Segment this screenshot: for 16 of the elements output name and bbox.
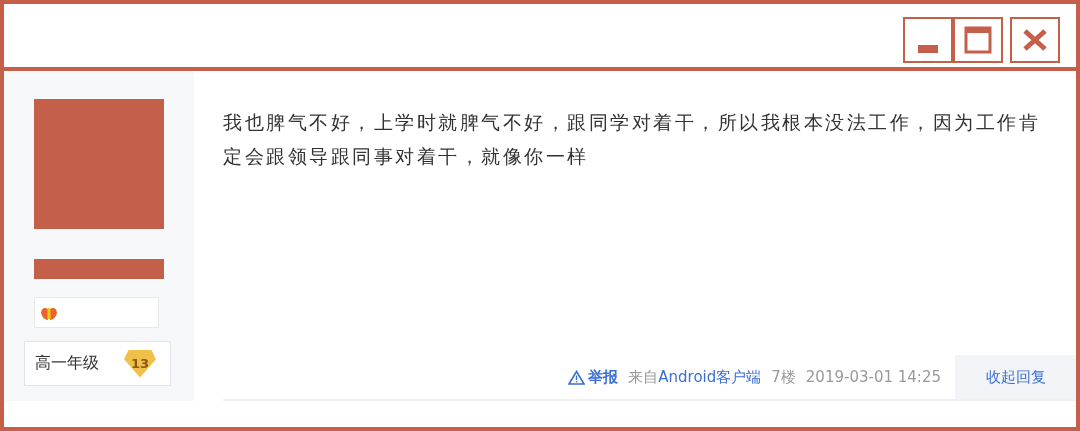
client-link[interactable]: Android客户端 xyxy=(658,367,762,387)
post-time: 2019-03-01 14:25 xyxy=(805,368,941,386)
rank-label: 高一年级 xyxy=(35,353,99,374)
post-text: 我也脾气不好，上学时就脾气不好，跟同学对着干，所以我根本没法工作，因为工作肯定会跟领导跟同事对着干，就像你一样 xyxy=(223,110,1041,169)
maximize-icon xyxy=(964,25,992,54)
floor-number: 7楼 xyxy=(771,367,796,387)
maximize-button[interactable] xyxy=(953,16,1003,63)
warning-icon xyxy=(568,369,586,385)
source-label: 来自 xyxy=(628,367,659,387)
close-icon xyxy=(1022,27,1048,52)
close-button[interactable] xyxy=(1010,16,1060,63)
collapse-replies-button[interactable]: 收起回复 xyxy=(955,355,1076,399)
minimize-button[interactable] xyxy=(903,16,953,63)
level-badge: 13 xyxy=(124,349,156,378)
report-link[interactable]: 举报 xyxy=(568,367,619,387)
minimize-icon xyxy=(918,44,938,53)
